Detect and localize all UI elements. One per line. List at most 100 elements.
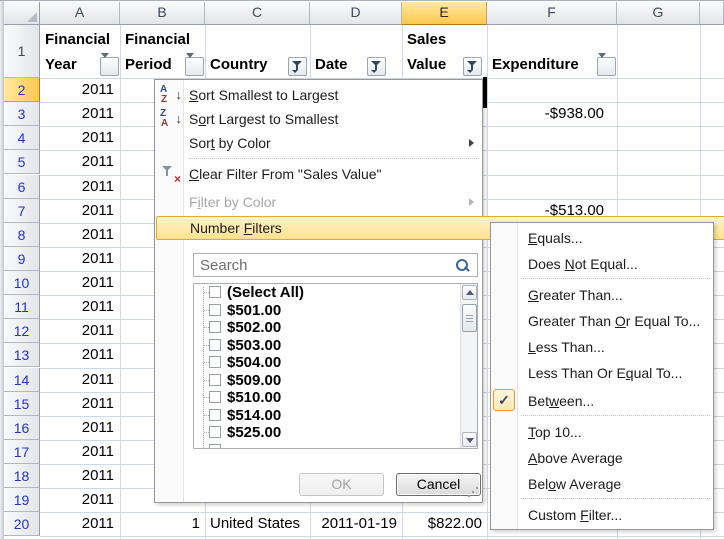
filter-button-financial-period[interactable] — [185, 57, 204, 76]
cell-a15[interactable]: 2011 — [40, 392, 114, 416]
scrollbar-thumb[interactable] — [462, 304, 477, 332]
checkbox[interactable] — [209, 356, 221, 368]
filter-button-expenditure[interactable] — [597, 57, 616, 76]
cell-a6[interactable]: 2011 — [40, 175, 114, 199]
row-header-13[interactable]: 13 — [4, 343, 40, 367]
row-header-3[interactable]: 3 — [4, 102, 40, 126]
column-header-b[interactable]: B — [120, 2, 205, 25]
scroll-up-icon[interactable] — [462, 285, 477, 300]
row-header-16[interactable]: 16 — [4, 416, 40, 440]
submenu-item-above-average[interactable]: Above Average — [491, 445, 713, 471]
column-header-f[interactable]: F — [487, 2, 617, 25]
cell-a8[interactable]: 2011 — [40, 223, 114, 247]
checkbox[interactable] — [209, 444, 221, 449]
cell-d20[interactable]: 2011-01-19 — [310, 512, 397, 536]
filter-value-option[interactable]: $501.00 — [194, 302, 459, 319]
row-header-11[interactable]: 11 — [4, 295, 40, 319]
checkbox[interactable] — [209, 409, 221, 421]
column-header-g[interactable]: G — [617, 2, 700, 25]
checkbox[interactable] — [209, 286, 221, 298]
checkbox[interactable] — [209, 374, 221, 386]
cell-a4[interactable]: 2011 — [40, 126, 114, 150]
scrollbar[interactable] — [460, 284, 477, 448]
cell-a5[interactable]: 2011 — [40, 150, 114, 174]
row-header-12[interactable]: 12 — [4, 319, 40, 343]
submenu-item-top-10[interactable]: Top 10... — [491, 419, 713, 445]
submenu-item-below-average[interactable]: Below Average — [491, 471, 713, 497]
row-header-2-selected[interactable]: 2 — [4, 78, 40, 102]
column-header-d[interactable]: D — [310, 2, 402, 25]
row-header-4[interactable]: 4 — [4, 126, 40, 150]
row-header-14[interactable]: 14 — [4, 368, 40, 392]
row-header-8[interactable]: 8 — [4, 223, 40, 247]
ok-button[interactable]: OK — [299, 473, 384, 496]
search-input[interactable] — [194, 254, 454, 276]
row-header-17[interactable]: 17 — [4, 440, 40, 464]
cell-c20[interactable]: United States — [210, 512, 300, 536]
checkbox[interactable] — [209, 321, 221, 333]
cell-a12[interactable]: 2011 — [40, 319, 114, 343]
row-header-7[interactable]: 7 — [4, 199, 40, 223]
row-header-1[interactable]: 1 — [4, 25, 40, 78]
filter-button-country[interactable] — [288, 57, 307, 76]
column-header-a[interactable]: A — [40, 2, 120, 25]
checkbox[interactable] — [209, 304, 221, 316]
cell-b20[interactable]: 1 — [120, 512, 200, 536]
cell-a14[interactable]: 2011 — [40, 368, 114, 392]
row-header-18[interactable]: 18 — [4, 464, 40, 488]
row-header-20[interactable]: 20 — [4, 512, 40, 536]
checkbox[interactable] — [209, 426, 221, 438]
column-header-partial[interactable] — [700, 2, 724, 25]
cell-a10[interactable]: 2011 — [40, 271, 114, 295]
cell-a7[interactable]: 2011 — [40, 199, 114, 223]
submenu-item-does-not-equal[interactable]: Does Not Equal... — [491, 251, 713, 277]
row-header-5[interactable]: 5 — [4, 150, 40, 174]
cell-a13[interactable]: 2011 — [40, 343, 114, 367]
cell-a11[interactable]: 2011 — [40, 295, 114, 319]
cell-f3[interactable]: -$938.00 — [487, 102, 604, 126]
cell-a18[interactable]: 2011 — [40, 464, 114, 488]
row-header-9[interactable]: 9 — [4, 247, 40, 271]
submenu-item-between[interactable]: Between... — [491, 388, 713, 414]
menu-item-clear-filter[interactable]: Clear Filter From "Sales Value" — [155, 162, 482, 186]
checkbox[interactable] — [209, 391, 221, 403]
submenu-item-greater-than-or-equal[interactable]: Greater Than Or Equal To... — [491, 308, 713, 334]
cell-a3[interactable]: 2011 — [40, 102, 114, 126]
filter-button-sales-value[interactable] — [463, 57, 482, 76]
filter-value-option[interactable]: $514.00 — [194, 407, 459, 424]
cell-e20[interactable]: $822.00 — [402, 512, 482, 536]
filter-button-date[interactable] — [367, 57, 386, 76]
column-header-c[interactable]: C — [205, 2, 310, 25]
filter-value-option[interactable]: $525.00 — [194, 424, 459, 441]
row-header-10[interactable]: 10 — [4, 271, 40, 295]
filter-value-option-partial[interactable] — [194, 442, 459, 449]
filter-button-financial-year[interactable] — [100, 57, 119, 76]
menu-item-sort-largest-to-smallest[interactable]: Sort Largest to Smallest — [155, 107, 482, 131]
cell-a19[interactable]: 2011 — [40, 488, 114, 512]
filter-value-option[interactable]: $503.00 — [194, 337, 459, 354]
filter-value-option[interactable]: $504.00 — [194, 354, 459, 371]
filter-value-option[interactable]: $509.00 — [194, 372, 459, 389]
select-all-corner[interactable] — [4, 2, 40, 25]
search-icon[interactable] — [456, 259, 469, 272]
submenu-item-less-than-or-equal[interactable]: Less Than Or Equal To... — [491, 360, 713, 386]
menu-item-sort-smallest-to-largest[interactable]: Sort Smallest to Largest — [155, 83, 482, 107]
filter-value-select-all[interactable]: (Select All) — [194, 284, 459, 301]
submenu-item-less-than[interactable]: Less Than... — [491, 334, 713, 360]
filter-value-option[interactable]: $502.00 — [194, 319, 459, 336]
cell-a17[interactable]: 2011 — [40, 440, 114, 464]
checkbox[interactable] — [209, 339, 221, 351]
cell-a20[interactable]: 2011 — [40, 512, 114, 536]
cell-a9[interactable]: 2011 — [40, 247, 114, 271]
row-header-6[interactable]: 6 — [4, 175, 40, 199]
resize-grip-icon[interactable] — [466, 487, 478, 499]
cell-a16[interactable]: 2011 — [40, 416, 114, 440]
submenu-item-equals[interactable]: Equals... — [491, 225, 713, 251]
column-header-e-selected[interactable]: E — [402, 2, 487, 25]
submenu-item-custom-filter[interactable]: Custom Filter... — [491, 502, 713, 528]
row-header-19[interactable]: 19 — [4, 488, 40, 512]
filter-value-option[interactable]: $510.00 — [194, 389, 459, 406]
row-header-15[interactable]: 15 — [4, 392, 40, 416]
submenu-item-greater-than[interactable]: Greater Than... — [491, 282, 713, 308]
scroll-down-icon[interactable] — [462, 432, 477, 447]
